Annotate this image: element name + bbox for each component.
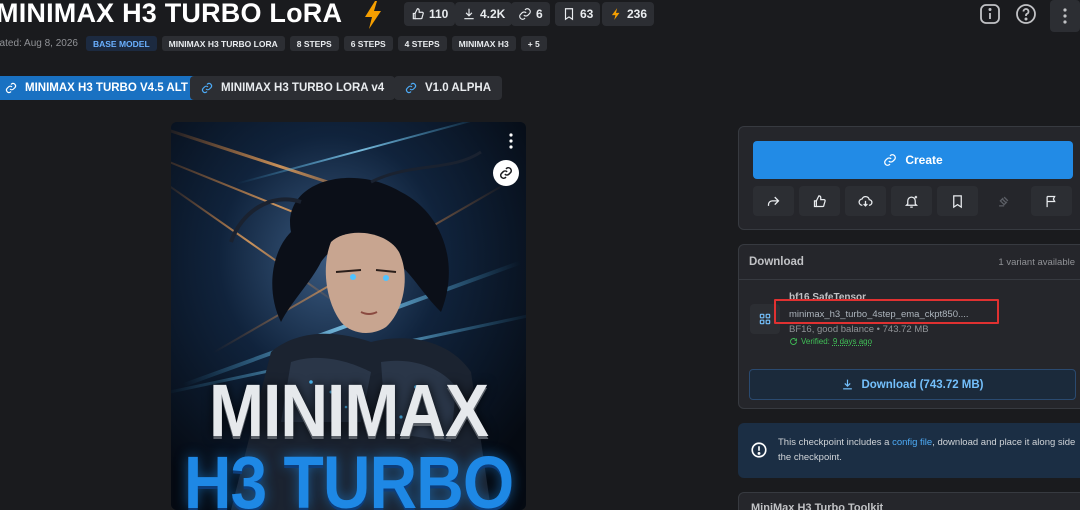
download-icon [843,379,853,390]
bell-plus-icon [904,195,919,208]
download-header: Download 1 variant available [739,245,1080,280]
file-description: BF16, good balance • 743.72 MB [789,324,929,335]
tag-badge[interactable]: MINIMAX H3 TURBO LORA [161,36,285,51]
gavel-icon [999,196,1009,206]
notice-text: This checkpoint includes a config file, … [778,436,1078,465]
more-tags-badge[interactable]: + 5 [520,36,547,51]
download-icon [464,8,474,20]
flag-icon [1046,195,1056,207]
refresh-icon [790,338,797,345]
action-card: Create [738,126,1080,230]
links-stat[interactable]: 6 [511,2,550,26]
page-title: MINIMAX H3 TURBO LoRA [0,0,343,28]
bookmarks-stat[interactable]: 63 [555,2,601,26]
thumbs-up-icon [412,8,424,20]
brush-icon [884,154,897,166]
config-notice: This checkpoint includes a config file, … [738,423,1080,478]
lightning-icon [365,1,381,29]
bookmarks-count: 63 [580,7,594,21]
share-icon [767,196,780,206]
version-tab-label: V1.0 ALPHA [425,82,492,94]
notice-text-before: This checkpoint includes a [778,437,890,448]
bookmark-icon [564,8,574,21]
lightning-icon [611,8,620,20]
tag-badge[interactable]: MINIMAX H3 [451,36,516,51]
version-tab-label: MINIMAX H3 TURBO V4.5 ALT [25,82,188,94]
link-button[interactable] [493,160,519,186]
create-button-label: Create [905,153,943,167]
tag-badge[interactable]: 4 STEPS [397,36,447,51]
share-button[interactable] [753,186,794,216]
version-tab[interactable]: MINIMAX H3 TURBO LORA v4 [190,76,396,100]
like-button[interactable] [799,186,840,216]
dots-vertical-icon[interactable] [508,132,514,150]
config-file-link[interactable]: config file [892,437,932,448]
hero-image[interactable]: MINIMAX H3 TURBO [171,122,526,510]
download-button-label: Download (743.72 MB) [861,378,984,391]
version-tab[interactable]: MINIMAX H3 TURBO V4.5 ALT [0,76,199,100]
download-card: Download 1 variant available bf16 SafeTe… [738,244,1080,409]
alert-circle-icon [751,442,767,458]
grid-icon [759,313,771,325]
help-icon[interactable] [1014,2,1038,26]
variant-count: 1 variant available [998,256,1075,268]
likes-count: 110 [429,7,449,21]
highlight-box [774,299,999,324]
download-button[interactable]: Download (743.72 MB) [749,369,1076,400]
version-tab[interactable]: V1.0 ALPHA [394,76,503,100]
version-tab-label: MINIMAX H3 TURBO LORA v4 [221,82,385,94]
link-icon [500,167,512,179]
toolkit-card[interactable]: MiniMax H3 Turbo Toolkit [738,492,1080,510]
tag-badge[interactable]: 6 STEPS [343,36,393,51]
link-icon [519,8,531,20]
verified-time: 9 days ago [832,337,873,346]
link-icon [5,82,17,94]
create-button[interactable]: Create [753,141,1073,179]
updated-date: dated: Aug 8, 2026 [0,38,78,49]
cloud-download-button[interactable] [845,186,886,216]
base-model-badge[interactable]: BASE MODEL [85,36,157,51]
download-title: Download [749,256,804,268]
toolkit-title: MiniMax H3 Turbo Toolkit [751,502,884,510]
links-count: 6 [536,7,543,21]
verified-label: Verified: [801,337,830,346]
hero-title-line2: H3 TURBO [183,440,514,510]
thumbs-up-icon [813,194,826,207]
more-menu-button[interactable] [1050,0,1080,32]
bookmark-button[interactable] [937,186,978,216]
buzz-count: 236 [627,7,648,21]
link-icon [405,82,417,94]
downloads-stat[interactable]: 4.2K [455,2,513,26]
info-icon[interactable] [978,2,1002,26]
tip-button[interactable] [983,186,1024,216]
tag-badge[interactable]: 8 STEPS [289,36,339,51]
notify-button[interactable] [891,186,932,216]
meta-row: dated: Aug 8, 2026 BASE MODEL MINIMAX H3… [0,36,547,51]
cloud-download-icon [858,195,873,207]
buzz-stat[interactable]: 236 [602,2,655,26]
report-button[interactable] [1031,186,1072,216]
dots-vertical-icon [1063,8,1067,24]
downloads-count: 4.2K [480,7,506,21]
link-icon [201,82,213,94]
likes-stat[interactable]: 110 [404,2,456,26]
verified-status: Verified: 9 days ago [789,337,872,346]
bookmark-icon [953,194,962,208]
